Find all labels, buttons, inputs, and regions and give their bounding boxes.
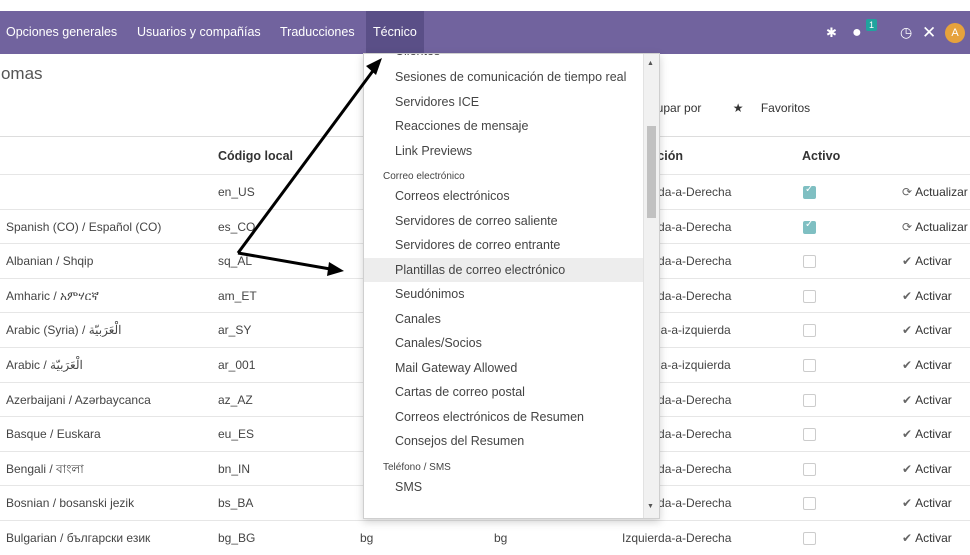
arrowhead-up	[366, 58, 382, 75]
arrowhead-right	[327, 262, 344, 276]
annotation-arrows	[236, 58, 382, 276]
arrow-line-right	[237, 251, 337, 272]
arrow-line-up	[236, 63, 380, 254]
